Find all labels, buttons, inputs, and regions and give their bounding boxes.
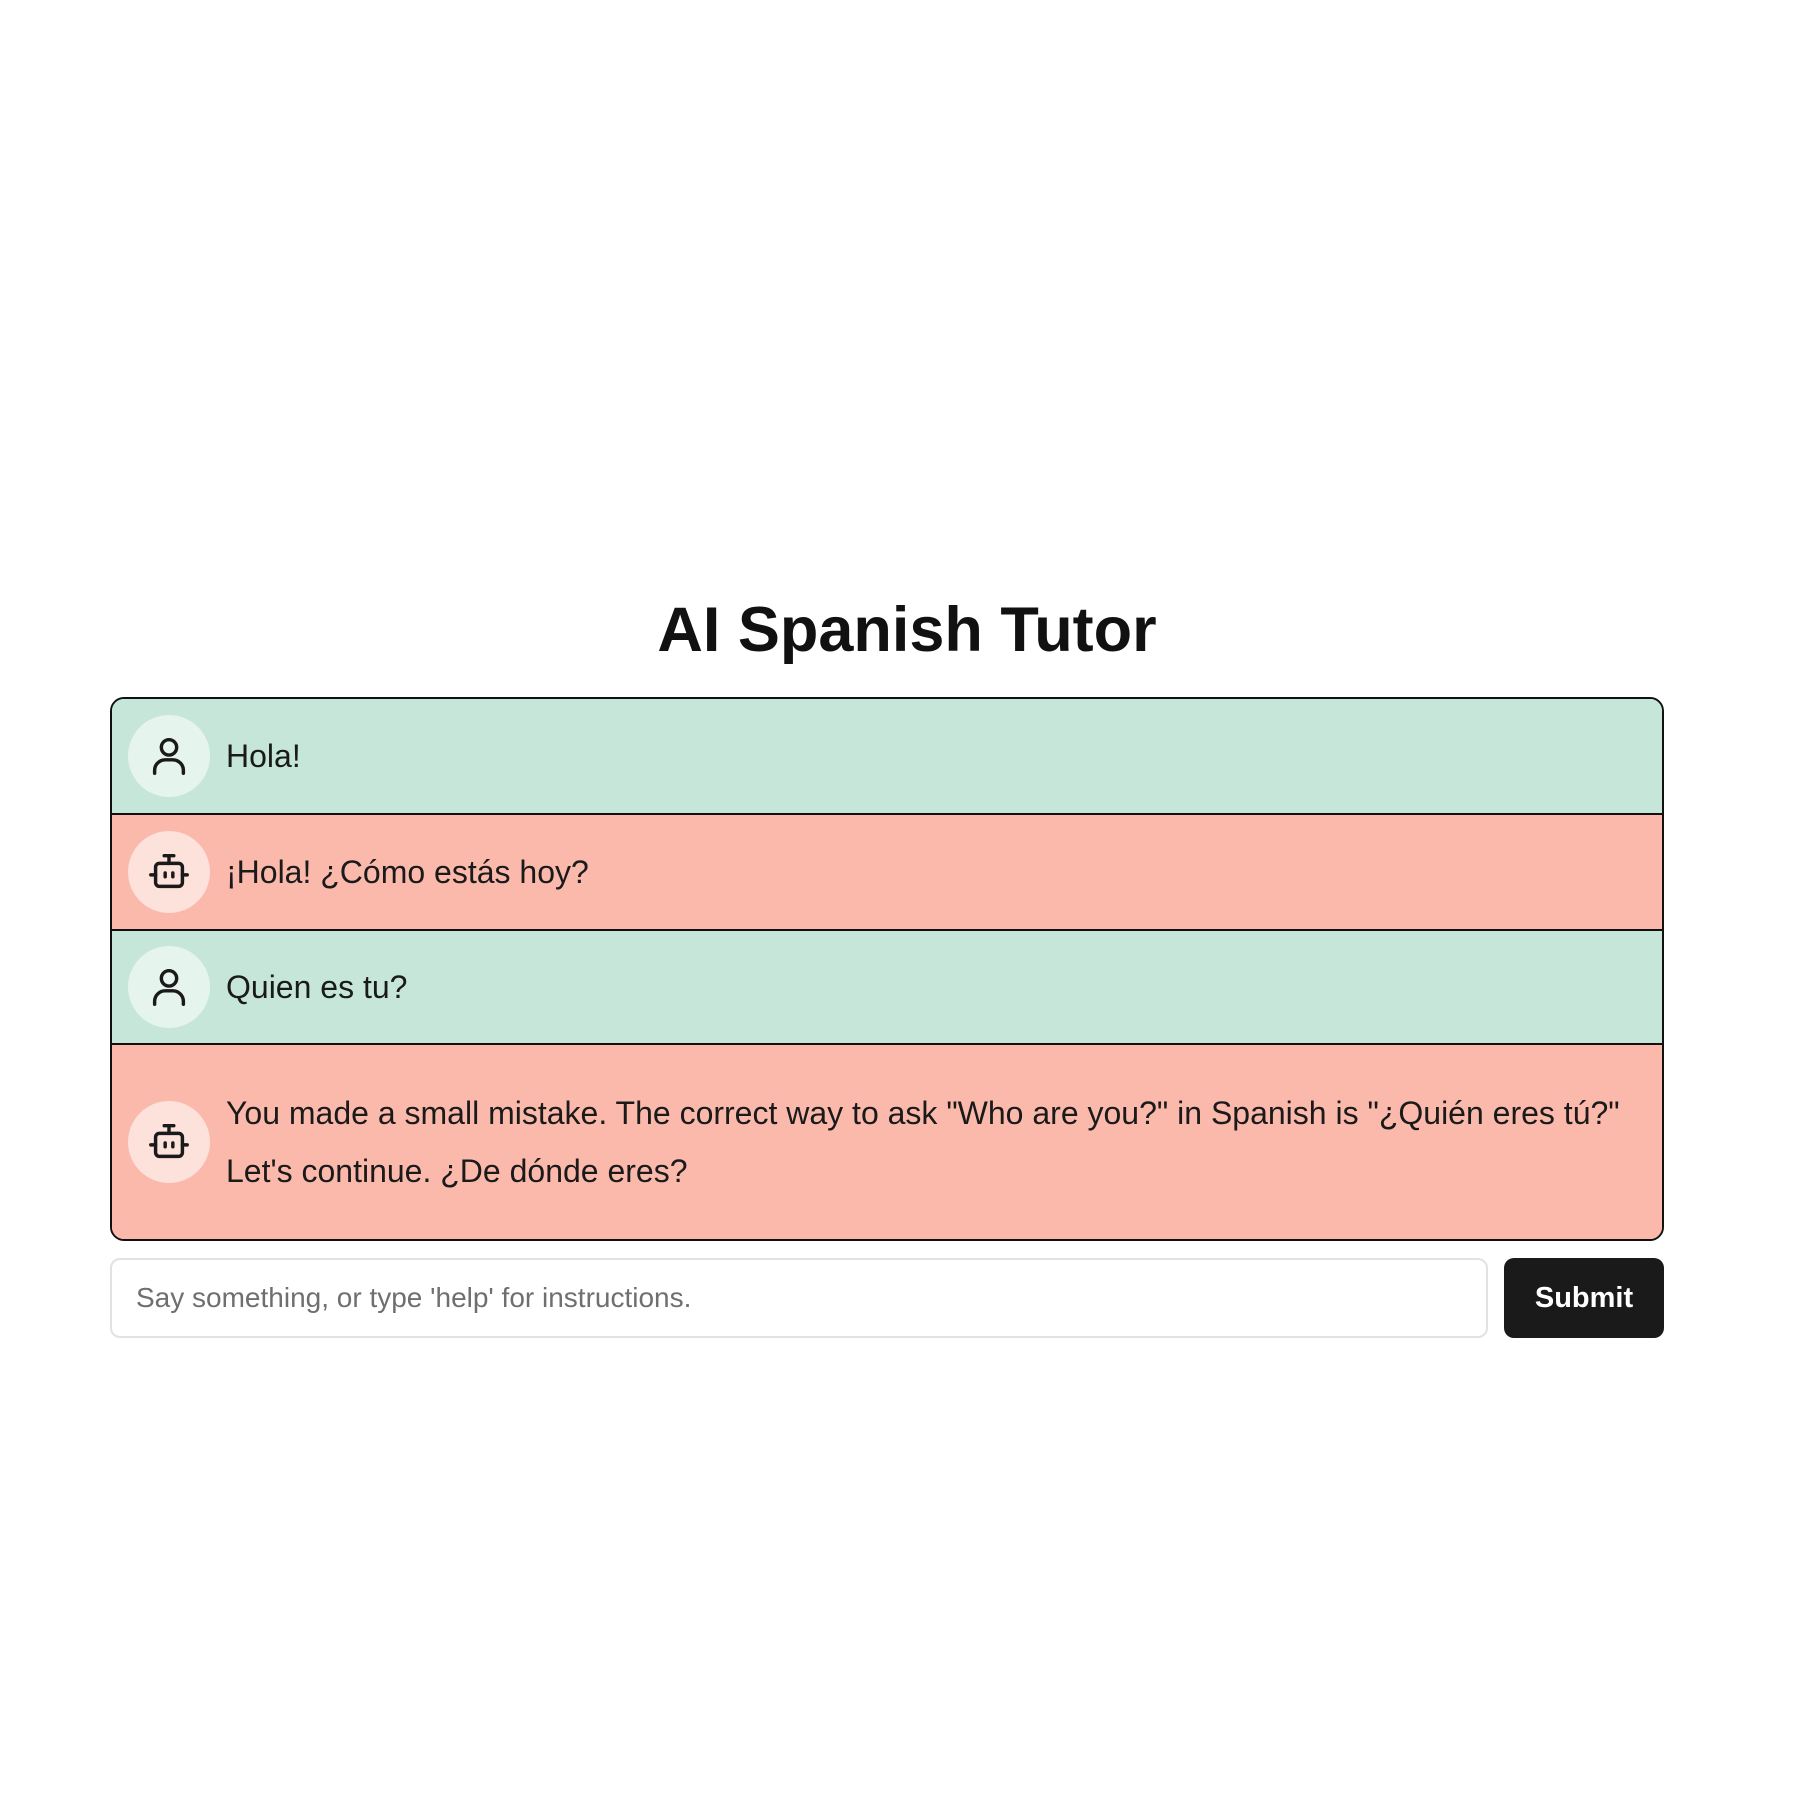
submit-button[interactable]: Submit [1504,1258,1664,1338]
chat-message-bot: ¡Hola! ¿Cómo estás hoy? [112,813,1662,929]
user-avatar [128,946,210,1028]
chat-message-user: Quien es tu? [112,929,1662,1043]
chat-message-bot: You made a small mistake. The correct wa… [112,1043,1662,1239]
message-line: Let's continue. ¿De dónde eres? [226,1153,688,1189]
chat-input-row: Submit [110,1258,1664,1338]
message-text: ¡Hola! ¿Cómo estás hoy? [226,848,589,896]
message-line: Hola! [226,738,301,774]
user-avatar [128,715,210,797]
robot-icon [149,1123,189,1159]
chat-message-user: Hola! [112,699,1662,813]
bot-avatar [128,831,210,913]
user-icon [152,968,186,1006]
robot-icon [149,853,189,889]
message-line: Quien es tu? [226,969,408,1005]
message-line: You made a small mistake. The correct wa… [226,1095,1620,1131]
bot-avatar [128,1101,210,1183]
user-icon [152,737,186,775]
chat-history: Hola! ¡Hola! ¿Cómo estás hoy? Quien es t… [110,697,1664,1241]
chat-input[interactable] [110,1258,1488,1338]
page-title: AI Spanish Tutor [657,595,1157,665]
message-text: Quien es tu? [226,963,407,1011]
message-text: You made a small mistake. The correct wa… [226,1089,1620,1195]
page: AI Spanish Tutor Hola! ¡Hola! ¿Cómo está… [0,0,1814,1814]
message-text: Hola! [226,732,301,780]
message-line: ¡Hola! ¿Cómo estás hoy? [226,854,589,890]
